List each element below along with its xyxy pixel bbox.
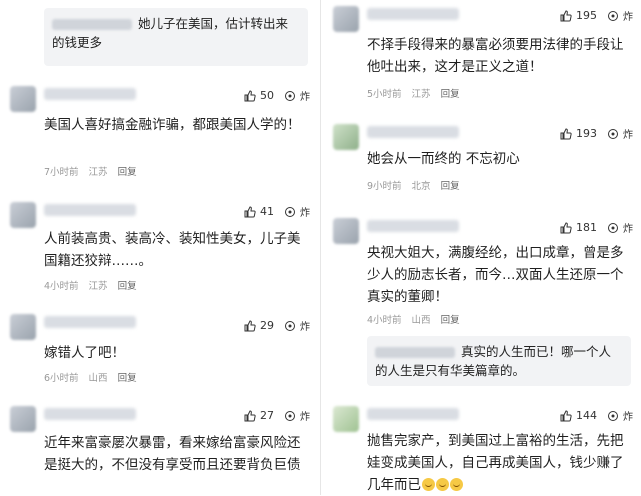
thumbs-up-icon[interactable] — [244, 409, 256, 422]
explode-label: 炸 — [623, 412, 633, 423]
comment-time: 9小时前 — [367, 181, 402, 192]
comment-time: 4小时前 — [367, 315, 402, 326]
comment-text: 人前装高贵、装高冷、装知性美女，儿子美国籍还狡辩……。 — [44, 231, 301, 269]
avatar[interactable] — [10, 314, 36, 340]
reply-button[interactable]: 回复 — [118, 370, 137, 384]
quoted-username — [375, 347, 455, 358]
reply-button[interactable]: 回复 — [118, 164, 137, 178]
comment-text: 她会从一而终的 不忘初心 — [367, 151, 520, 167]
explode-icon[interactable] — [607, 10, 619, 22]
comment-time: 5小时前 — [367, 89, 402, 100]
thumbs-up-icon[interactable] — [560, 9, 572, 22]
explode-label: 炸 — [300, 412, 310, 423]
comment-text: 不择手段得来的暴富必须要用法律的手段让他吐出来，这才是正义之道！ — [367, 37, 624, 75]
like-count: 27 — [260, 409, 274, 422]
comment-actions: 195 炸 — [560, 8, 633, 23]
quoted-reply[interactable]: 她儿子在美国，估计转出来的钱更多 — [44, 8, 308, 66]
comment-text: 嫁错人了吧！ — [44, 345, 125, 361]
username[interactable] — [367, 220, 459, 232]
comment-actions: 27 炸 — [244, 408, 310, 423]
comment-actions: 29 炸 — [244, 318, 310, 333]
avatar[interactable] — [333, 6, 359, 32]
comment-meta: 9小时前 北京 回复 — [367, 178, 460, 192]
explode-icon[interactable] — [607, 222, 619, 234]
avatar[interactable] — [10, 86, 36, 112]
comment-meta: 4小时前 江苏 回复 — [44, 278, 137, 292]
like-count: 41 — [260, 205, 274, 218]
username[interactable] — [44, 316, 136, 328]
comment-location: 北京 — [411, 181, 431, 192]
avatar[interactable] — [333, 218, 359, 244]
comment-time: 6小时前 — [44, 373, 79, 384]
like-count: 29 — [260, 319, 274, 332]
thumbs-up-icon[interactable] — [244, 89, 256, 102]
avatar[interactable] — [333, 406, 359, 432]
quoted-username — [52, 19, 132, 30]
like-count: 193 — [576, 127, 597, 140]
explode-icon[interactable] — [607, 410, 619, 422]
like-count: 195 — [576, 9, 597, 22]
quoted-reply[interactable]: 真实的人生而已！哪一个人的人生是只有华美篇章的。 — [367, 336, 631, 386]
thumbs-up-icon[interactable] — [244, 319, 256, 332]
explode-icon[interactable] — [284, 206, 296, 218]
comment-actions: 144 炸 — [560, 408, 633, 423]
explode-icon[interactable] — [284, 410, 296, 422]
avatar[interactable] — [333, 124, 359, 150]
right-comment-column: 195 炸 不择手段得来的暴富必须要用法律的手段让他吐出来，这才是正义之道！ 5… — [323, 0, 641, 495]
explode-icon[interactable] — [284, 320, 296, 332]
explode-label: 炸 — [300, 92, 310, 103]
thumbs-up-icon[interactable] — [560, 409, 572, 422]
comment-location: 江苏 — [88, 281, 108, 292]
left-comment-column: 她儿子在美国，估计转出来的钱更多 50 炸 美国人喜好搞金融诈骗，都跟美国人学的… — [0, 0, 318, 495]
comment-text: 美国人喜好搞金融诈骗，都跟美国人学的！ — [44, 117, 301, 133]
thumbs-up-icon[interactable] — [560, 127, 572, 140]
comment-text: 近年来富豪屡次暴雷，看来嫁给富豪风险还是挺大的，不但没有享受而且还要背负巨债 — [44, 435, 301, 473]
comment-location: 江苏 — [411, 89, 431, 100]
comment-meta: 7小时前 江苏 回复 — [44, 164, 137, 178]
column-divider — [320, 0, 321, 495]
comment-text-body: 抛售完家产，到美国过上富裕的生活，先把娃变成美国人，自己再成美国人，钱少赚了几年… — [367, 433, 624, 493]
explode-label: 炸 — [623, 130, 633, 141]
comment-actions: 193 炸 — [560, 126, 633, 141]
comment-text: 央视大姐大，满腹经纶，出口成章，曾是多少人的励志长者，而今…双面人生还原一个真实… — [367, 245, 624, 305]
comment-actions: 181 炸 — [560, 220, 633, 235]
comment-time: 4小时前 — [44, 281, 79, 292]
comment-location: 山西 — [88, 373, 108, 384]
like-count: 181 — [576, 221, 597, 234]
reply-button[interactable]: 回复 — [441, 178, 460, 192]
username[interactable] — [367, 8, 459, 20]
like-count: 50 — [260, 89, 274, 102]
username[interactable] — [367, 126, 459, 138]
explode-label: 炸 — [623, 224, 633, 235]
comment-location: 山西 — [411, 315, 431, 326]
explode-label: 炸 — [300, 322, 310, 333]
thumbs-up-icon[interactable] — [244, 205, 256, 218]
reply-button[interactable]: 回复 — [441, 86, 460, 100]
comment-text: 抛售完家产，到美国过上富裕的生活，先把娃变成美国人，自己再成美国人，钱少赚了几年… — [367, 430, 629, 496]
comment-meta: 6小时前 山西 回复 — [44, 370, 137, 384]
explode-label: 炸 — [623, 12, 633, 23]
username[interactable] — [44, 204, 136, 216]
username[interactable] — [44, 88, 136, 100]
comment-meta: 5小时前 江苏 回复 — [367, 86, 460, 100]
like-count: 144 — [576, 409, 597, 422]
explode-label: 炸 — [300, 208, 310, 219]
explode-icon[interactable] — [607, 128, 619, 140]
laugh-emoji-icon — [436, 478, 449, 491]
laugh-emoji-icon — [422, 478, 435, 491]
thumbs-up-icon[interactable] — [560, 221, 572, 234]
reply-button[interactable]: 回复 — [441, 312, 460, 326]
avatar[interactable] — [10, 202, 36, 228]
comment-actions: 41 炸 — [244, 204, 310, 219]
explode-icon[interactable] — [284, 90, 296, 102]
reply-button[interactable]: 回复 — [118, 278, 137, 292]
comment-meta: 4小时前 山西 回复 — [367, 312, 460, 326]
laugh-emoji-icon — [450, 478, 463, 491]
username[interactable] — [367, 408, 459, 420]
username[interactable] — [44, 408, 136, 420]
comment-time: 7小时前 — [44, 167, 79, 178]
avatar[interactable] — [10, 406, 36, 432]
comment-actions: 50 炸 — [244, 88, 310, 103]
comment-location: 江苏 — [88, 167, 108, 178]
